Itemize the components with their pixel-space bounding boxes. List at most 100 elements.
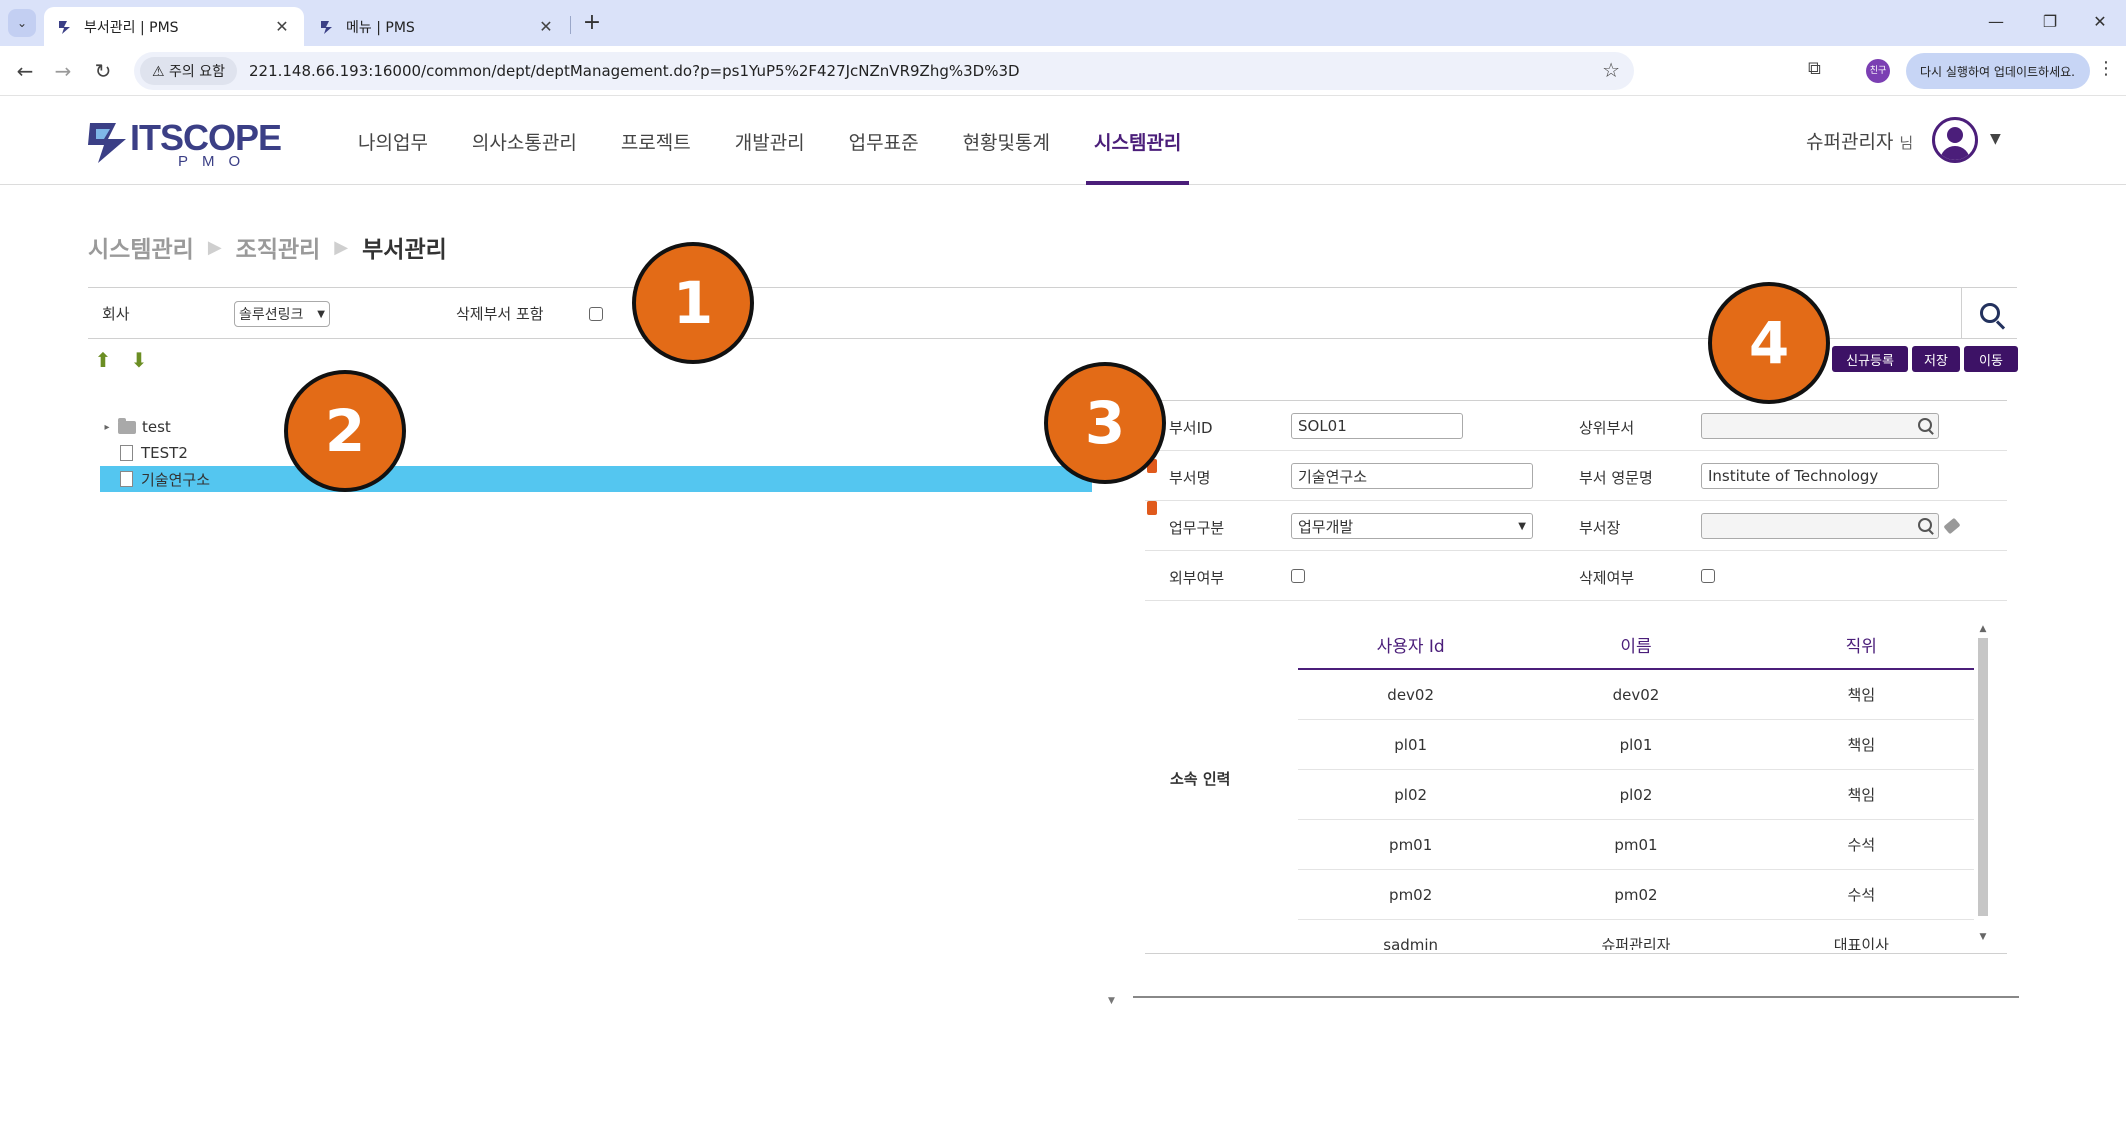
close-icon[interactable]: ✕ xyxy=(536,17,556,36)
extensions-icon[interactable]: ⧉ xyxy=(1808,58,1821,79)
scrollbar-thumb[interactable] xyxy=(1978,638,1988,916)
bookmark-star-icon[interactable]: ☆ xyxy=(1602,58,1620,82)
tree-node[interactable]: ▸ test xyxy=(100,414,1092,440)
deleted-checkbox[interactable] xyxy=(1701,569,1715,583)
parent-dept-field[interactable] xyxy=(1701,413,1939,439)
form-row: 외부여부 삭제여부 xyxy=(1145,551,2007,601)
tab-title: 메뉴 | PMS xyxy=(346,19,415,36)
table-cell: pl02 xyxy=(1394,785,1428,804)
members-scrollbar[interactable]: ▲ ▼ xyxy=(1976,624,1990,944)
browser-tab-active[interactable]: 부서관리 | PMS ✕ xyxy=(44,7,304,46)
new-button[interactable]: 신규등록 xyxy=(1832,346,1908,372)
restore-icon[interactable]: ❐ xyxy=(2030,12,2070,31)
include-deleted-checkbox[interactable] xyxy=(589,307,603,321)
nav-work-standard[interactable]: 업무표준 xyxy=(827,97,941,185)
tree-node-label: TEST2 xyxy=(141,444,188,462)
user-suffix: 님 xyxy=(1899,134,1914,152)
breadcrumb-arrow-icon: ▶ xyxy=(207,236,222,258)
close-icon[interactable]: ✕ xyxy=(272,17,292,36)
dept-id-label: 부서ID xyxy=(1169,419,1213,437)
company-select[interactable]: 솔루션링크 ▼ xyxy=(234,301,330,327)
dept-name-field[interactable]: 기술연구소 xyxy=(1291,463,1533,489)
move-down-icon[interactable]: ⬇ xyxy=(130,348,148,372)
reload-icon[interactable]: ↻ xyxy=(90,58,116,84)
table-cell: dev02 xyxy=(1612,685,1660,704)
avatar-body xyxy=(1940,146,1970,160)
back-icon[interactable]: ← xyxy=(12,58,38,84)
avatar[interactable] xyxy=(1932,117,1978,163)
move-button[interactable]: 이동 xyxy=(1964,346,2018,372)
move-up-icon[interactable]: ⬆ xyxy=(94,348,112,372)
dept-head-field[interactable] xyxy=(1701,513,1939,539)
chevron-down-icon: ▼ xyxy=(317,308,325,320)
nav-development[interactable]: 개발관리 xyxy=(713,97,827,185)
column-header[interactable]: 직위 xyxy=(1749,626,1974,668)
table-cell: pl02 xyxy=(1619,785,1653,804)
search-icon[interactable] xyxy=(1918,418,1932,432)
tree-node-selected[interactable]: 기술연구소 xyxy=(100,466,1092,492)
breadcrumb-org-admin[interactable]: 조직관리 xyxy=(236,230,321,264)
nav-communication[interactable]: 의사소통관리 xyxy=(450,97,599,185)
eraser-icon[interactable] xyxy=(1943,517,1961,535)
breadcrumb-system-admin[interactable]: 시스템관리 xyxy=(88,230,194,264)
column-header[interactable]: 사용자 Id xyxy=(1298,626,1523,668)
new-tab-button[interactable]: + xyxy=(578,10,606,38)
work-type-label: 업무구분 xyxy=(1169,519,1225,537)
panel-bottom-divider xyxy=(1133,996,2019,998)
nav-system-admin[interactable]: 시스템관리 xyxy=(1072,97,1203,185)
external-label: 외부여부 xyxy=(1169,569,1225,587)
itscope-logo[interactable]: ITSCOPE PMO xyxy=(86,115,282,170)
department-tree: ▸ test TEST2 기술연구소 xyxy=(100,414,1092,492)
address-bar[interactable]: ⚠ 주의 요함 221.148.66.193:16000/common/dept… xyxy=(134,52,1634,90)
scroll-down-icon[interactable]: ▼ xyxy=(1976,932,1990,942)
nav-project[interactable]: 프로젝트 xyxy=(599,97,713,185)
search-button[interactable] xyxy=(1961,288,2017,338)
table-cell: 책임 xyxy=(1847,736,1876,754)
minimize-icon[interactable]: — xyxy=(1976,12,2016,31)
annotation-marker: 4 xyxy=(1708,282,1830,404)
file-icon xyxy=(120,471,133,487)
table-row[interactable]: pm01 pm01 수석 xyxy=(1298,820,1974,870)
pms-favicon-icon xyxy=(321,20,332,34)
table-row[interactable]: pl02 pl02 책임 xyxy=(1298,770,1974,820)
tab-title: 부서관리 | PMS xyxy=(84,19,179,36)
table-cell: 책임 xyxy=(1847,686,1876,704)
external-checkbox[interactable] xyxy=(1291,569,1305,583)
work-type-select[interactable]: 업무개발 ▼ xyxy=(1291,513,1533,539)
browser-toolbar: ← → ↻ ⚠ 주의 요함 221.148.66.193:16000/commo… xyxy=(0,46,2126,96)
dept-id-field[interactable]: SOL01 xyxy=(1291,413,1463,439)
forward-icon[interactable]: → xyxy=(50,58,76,84)
search-icon[interactable] xyxy=(1918,518,1932,532)
avatar-head xyxy=(1947,127,1963,143)
tree-node[interactable]: TEST2 xyxy=(100,440,1092,466)
table-row[interactable]: pl01 pl01 책임 xyxy=(1298,720,1974,770)
include-deleted-label: 삭제부서 포함 xyxy=(456,305,544,323)
user-name: 슈퍼관리자 xyxy=(1806,131,1894,153)
chevron-down-icon: ▼ xyxy=(1518,520,1526,532)
user-name-area[interactable]: 슈퍼관리자 님 xyxy=(1806,127,1913,154)
dept-eng-name-field[interactable]: Institute of Technology xyxy=(1701,463,1939,489)
dept-eng-name-label: 부서 영문명 xyxy=(1579,469,1653,487)
window-close-icon[interactable]: ✕ xyxy=(2080,12,2120,31)
caret-down-icon[interactable]: ▼ xyxy=(1990,131,2001,147)
browser-tab[interactable]: 메뉴 | PMS ✕ xyxy=(306,7,568,46)
more-menu-icon[interactable]: ⋮ xyxy=(2096,58,2116,79)
table-row[interactable]: pm02 pm02 수석 xyxy=(1298,870,1974,920)
tab-search-button[interactable]: ⌄ xyxy=(8,9,36,37)
url-text[interactable]: 221.148.66.193:16000/common/dept/deptMan… xyxy=(249,62,1020,80)
nav-status-stats[interactable]: 현황및통계 xyxy=(941,97,1072,185)
profile-avatar[interactable]: 친구 xyxy=(1866,59,1890,83)
search-icon xyxy=(1979,303,2000,323)
table-cell: pl01 xyxy=(1619,735,1653,754)
column-header[interactable]: 이름 xyxy=(1523,626,1748,668)
tab-divider xyxy=(570,16,571,34)
table-row[interactable]: dev02 dev02 책임 xyxy=(1298,670,1974,720)
security-warning-chip[interactable]: ⚠ 주의 요함 xyxy=(140,57,237,85)
tree-expand-icon[interactable]: ▸ xyxy=(100,422,114,433)
form-row: 부서명 기술연구소 부서 영문명 Institute of Technology xyxy=(1145,451,2007,501)
update-button[interactable]: 다시 실행하여 업데이트하세요. xyxy=(1906,53,2090,89)
nav-my-work[interactable]: 나의업무 xyxy=(336,97,450,185)
scroll-up-icon[interactable]: ▲ xyxy=(1976,624,1990,634)
save-button[interactable]: 저장 xyxy=(1912,346,1960,372)
table-row[interactable]: sadmin 슈퍼관리자 대표이사 xyxy=(1298,920,1974,951)
